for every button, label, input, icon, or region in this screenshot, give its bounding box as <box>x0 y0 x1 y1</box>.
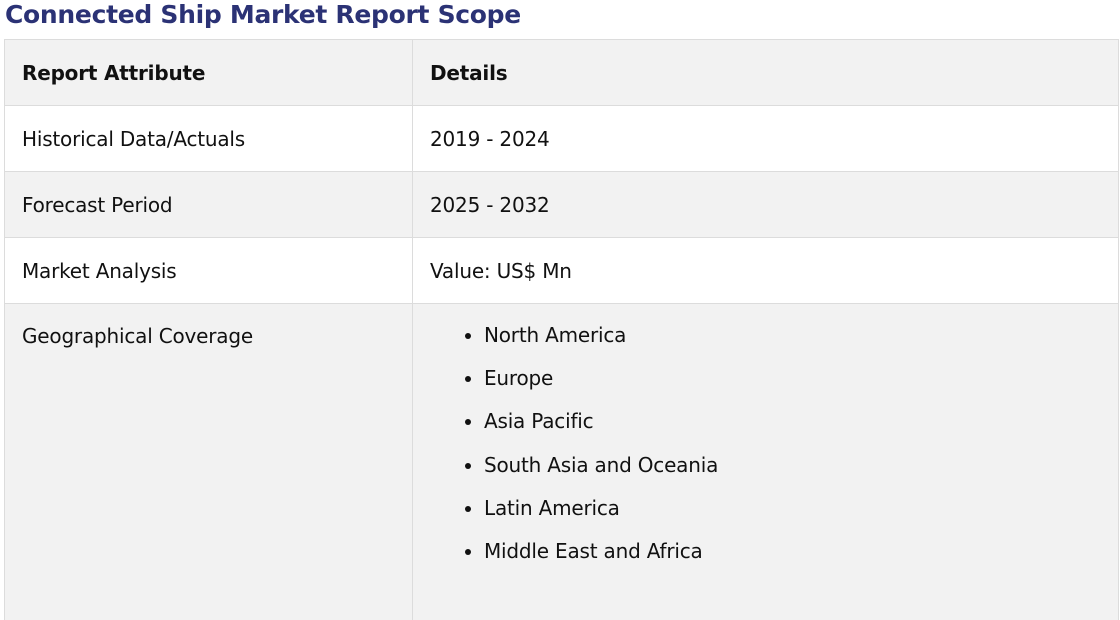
table-row: Geographical Coverage North America Euro… <box>4 303 1119 620</box>
table-header-row: Report Attribute Details <box>4 39 1119 106</box>
header-report-attribute: Report Attribute <box>4 39 413 106</box>
region-list: North America Europe Asia Pacific South … <box>430 323 1101 582</box>
geo-coverage-label: Geographical Coverage <box>22 324 253 348</box>
list-item: Europe <box>484 366 1101 409</box>
list-item: Asia Pacific <box>484 409 1101 452</box>
table-row: Forecast Period 2025 - 2032 <box>4 171 1119 238</box>
details-cell: 2019 - 2024 <box>412 105 1119 172</box>
page: Connected Ship Market Report Scope Repor… <box>0 0 1120 620</box>
table-row: Historical Data/Actuals 2019 - 2024 <box>4 105 1119 172</box>
details-cell: 2025 - 2032 <box>412 171 1119 238</box>
attribute-cell: Geographical Coverage <box>4 303 413 620</box>
attribute-cell: Forecast Period <box>4 171 413 238</box>
report-scope-table: Report Attribute Details Historical Data… <box>4 39 1119 620</box>
table-row: Market Analysis Value: US$ Mn <box>4 237 1119 304</box>
list-item: Middle East and Africa <box>484 539 1101 582</box>
header-details: Details <box>412 39 1119 106</box>
attribute-cell: Market Analysis <box>4 237 413 304</box>
page-title: Connected Ship Market Report Scope <box>5 0 521 29</box>
list-item: North America <box>484 323 1101 366</box>
list-item: Latin America <box>484 496 1101 539</box>
details-cell: Value: US$ Mn <box>412 237 1119 304</box>
list-item: South Asia and Oceania <box>484 453 1101 496</box>
details-cell: North America Europe Asia Pacific South … <box>412 303 1119 620</box>
attribute-cell: Historical Data/Actuals <box>4 105 413 172</box>
